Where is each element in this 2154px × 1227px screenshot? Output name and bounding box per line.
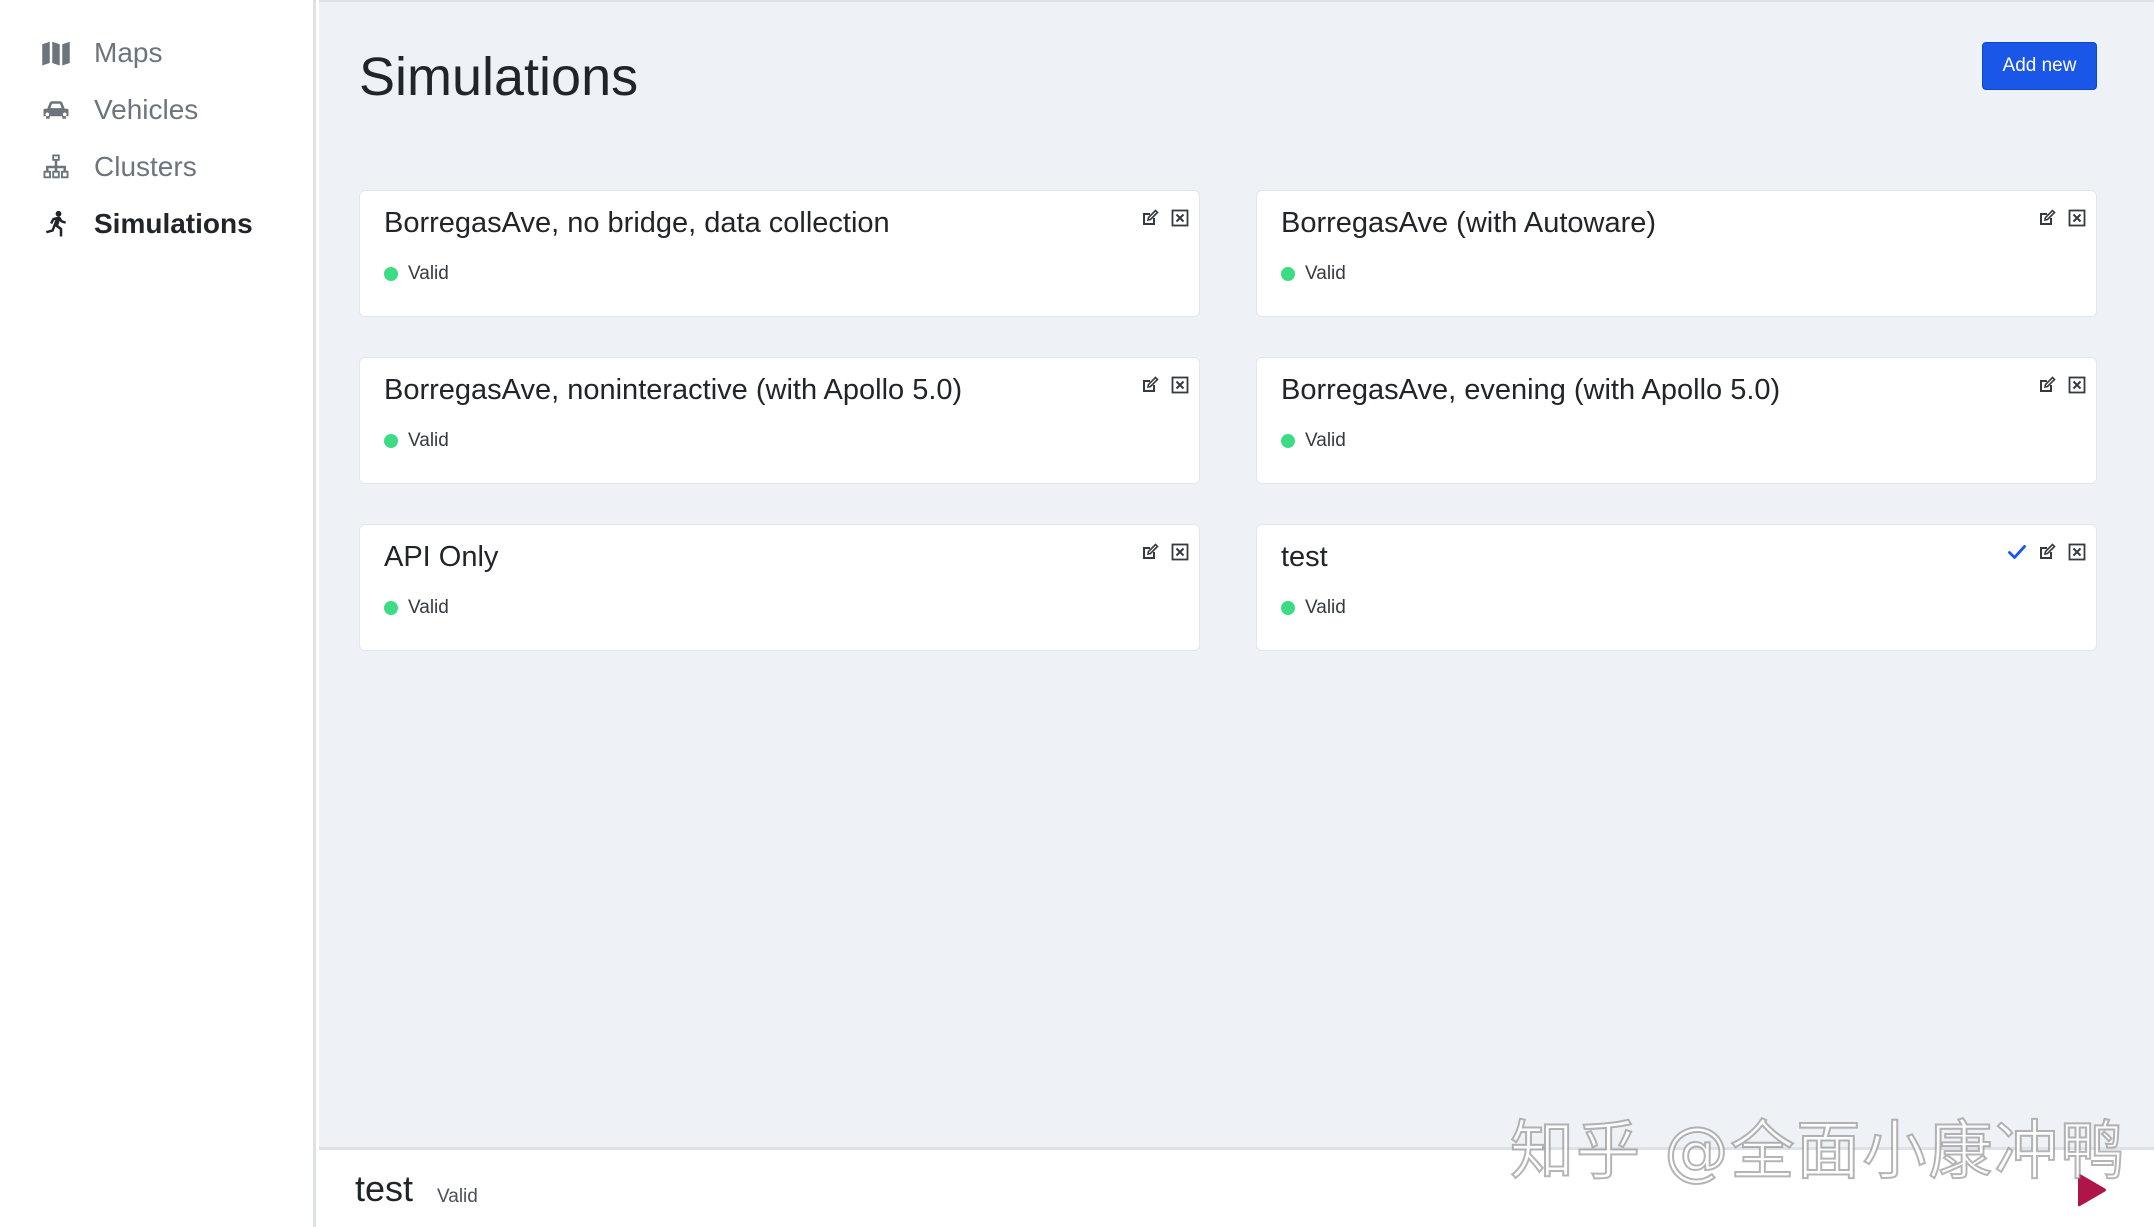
page-title: Simulations xyxy=(359,47,639,107)
status-dot xyxy=(384,267,398,281)
status-dot xyxy=(384,434,398,448)
edit-icon[interactable] xyxy=(2036,541,2058,563)
sidebar-nav: Maps Vehicles Clusters Simulations xyxy=(0,0,313,252)
close-icon[interactable] xyxy=(2066,207,2088,229)
card-title: BorregasAve, noninteractive (with Apollo… xyxy=(384,374,963,406)
close-icon[interactable] xyxy=(1169,374,1191,396)
card-actions xyxy=(1131,374,1191,396)
add-new-button[interactable]: Add new xyxy=(1982,42,2097,90)
sidebar-item-label: Maps xyxy=(94,36,163,68)
card-status: Valid xyxy=(1281,263,1346,285)
close-icon[interactable] xyxy=(1169,541,1191,563)
card-actions xyxy=(1131,541,1191,563)
card-title: BorregasAve (with Autoware) xyxy=(1281,207,1657,239)
card-status: Valid xyxy=(384,263,449,285)
card-title: test xyxy=(1281,541,1328,573)
simulation-card[interactable]: BorregasAve, noninteractive (with Apollo… xyxy=(359,357,1200,484)
sidebar-item-simulations[interactable]: Simulations xyxy=(0,195,313,252)
app-root: Maps Vehicles Clusters Simulations Simul… xyxy=(0,0,2154,1227)
status-text: Valid xyxy=(1305,263,1346,284)
car-icon xyxy=(40,94,72,126)
sidebar: Maps Vehicles Clusters Simulations xyxy=(0,0,316,1227)
play-icon xyxy=(2078,1173,2106,1207)
status-text: Valid xyxy=(408,263,449,284)
simulation-grid: BorregasAve, no bridge, data collection … xyxy=(359,190,2097,651)
status-dot xyxy=(384,601,398,615)
selected-simulation-title: test xyxy=(355,1168,414,1209)
status-dot xyxy=(1281,267,1295,281)
simulation-card[interactable]: BorregasAve, evening (with Apollo 5.0) V… xyxy=(1256,357,2097,484)
status-text: Valid xyxy=(1305,597,1346,618)
edit-icon[interactable] xyxy=(1139,374,1161,396)
network-icon xyxy=(40,151,72,183)
simulation-card[interactable]: BorregasAve, no bridge, data collection … xyxy=(359,190,1200,317)
card-actions xyxy=(1998,541,2088,563)
simulation-card[interactable]: API Only Valid xyxy=(359,524,1200,651)
edit-icon[interactable] xyxy=(1139,541,1161,563)
status-dot xyxy=(1281,601,1295,615)
check-icon xyxy=(2006,541,2028,563)
map-icon xyxy=(40,37,72,69)
sidebar-item-maps[interactable]: Maps xyxy=(0,24,313,81)
card-actions xyxy=(2028,207,2088,229)
card-status: Valid xyxy=(1281,597,1346,619)
simulation-card-selected[interactable]: test Valid xyxy=(1256,524,2097,651)
card-actions xyxy=(2028,374,2088,396)
close-icon[interactable] xyxy=(2066,374,2088,396)
sidebar-item-label: Simulations xyxy=(94,207,253,239)
card-actions xyxy=(1131,207,1191,229)
selected-simulation-status: Valid xyxy=(437,1186,478,1207)
sidebar-item-label: Vehicles xyxy=(94,93,199,125)
card-title: API Only xyxy=(384,541,499,573)
card-title: BorregasAve, evening (with Apollo 5.0) xyxy=(1281,374,1781,406)
selected-simulation-bar: test Valid xyxy=(319,1147,2154,1227)
card-status: Valid xyxy=(1281,430,1346,452)
status-text: Valid xyxy=(1305,430,1346,451)
simulation-card[interactable]: BorregasAve (with Autoware) Valid xyxy=(1256,190,2097,317)
card-status: Valid xyxy=(384,430,449,452)
main-content: Simulations Add new BorregasAve, no brid… xyxy=(319,0,2154,1147)
card-status: Valid xyxy=(384,597,449,619)
sidebar-item-clusters[interactable]: Clusters xyxy=(0,138,313,195)
edit-icon[interactable] xyxy=(2036,207,2058,229)
play-button[interactable] xyxy=(2074,1172,2108,1208)
status-text: Valid xyxy=(408,430,449,451)
close-icon[interactable] xyxy=(2066,541,2088,563)
status-text: Valid xyxy=(408,597,449,618)
sidebar-item-vehicles[interactable]: Vehicles xyxy=(0,81,313,138)
edit-icon[interactable] xyxy=(1139,207,1161,229)
edit-icon[interactable] xyxy=(2036,374,2058,396)
sidebar-item-label: Clusters xyxy=(94,150,197,182)
running-person-icon xyxy=(40,208,72,240)
close-icon[interactable] xyxy=(1169,207,1191,229)
status-dot xyxy=(1281,434,1295,448)
card-title: BorregasAve, no bridge, data collection xyxy=(384,207,890,239)
